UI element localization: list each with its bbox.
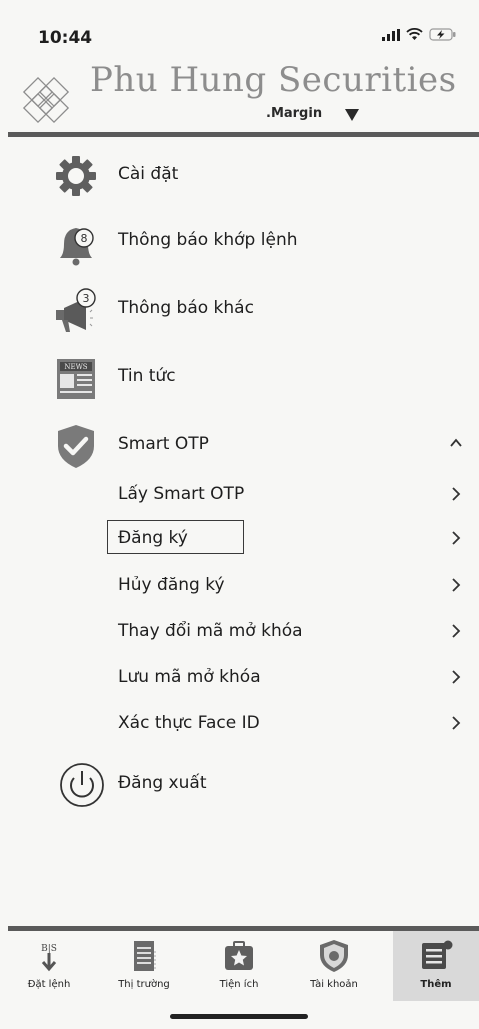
- menu-item-settings[interactable]: Cài đặt: [0, 148, 479, 204]
- bell-icon: 8: [60, 228, 94, 266]
- tab-label: Đặt lệnh: [27, 979, 71, 990]
- otp-item-label: Lấy Smart OTP: [118, 484, 245, 504]
- otp-item-label: Đăng ký: [118, 528, 188, 548]
- tab-label: Thị trường: [118, 979, 170, 990]
- megaphone-icon: 3: [56, 288, 96, 332]
- otp-item-register[interactable]: Đăng ký: [0, 518, 479, 558]
- menu-item-smart-otp[interactable]: Smart OTP: [0, 418, 479, 474]
- tab-label: Tài khoản: [310, 979, 358, 990]
- tab-utilities[interactable]: Tiện ích: [196, 931, 282, 1001]
- status-icons: [382, 28, 457, 41]
- menu-item-label: Đăng xuất: [118, 773, 207, 793]
- megaphone-badge: 3: [83, 292, 90, 305]
- tab-more[interactable]: Thêm: [393, 931, 479, 1001]
- wifi-icon: [406, 28, 423, 40]
- app-header: Phu Hung Securities .Margin: [0, 56, 479, 136]
- menu-item-label: Smart OTP: [118, 434, 209, 454]
- triangle-down-icon[interactable]: [344, 108, 360, 122]
- menu-item-label: Thông báo khớp lệnh: [118, 230, 298, 250]
- menu-item-label: Thông báo khác: [118, 298, 254, 318]
- home-indicator: [170, 1014, 308, 1019]
- newspaper-label: NEWS: [64, 363, 87, 371]
- menu-item-label: Tin tức: [118, 366, 176, 386]
- newspaper-icon: NEWS: [57, 359, 95, 399]
- chevron-right-icon: [452, 716, 461, 730]
- order-icon-text: B|S: [41, 944, 57, 954]
- otp-item-label: Lưu mã mở khóa: [118, 667, 261, 687]
- otp-item-get-otp[interactable]: Lấy Smart OTP: [0, 474, 479, 514]
- tab-order[interactable]: B|S Đặt lệnh: [6, 931, 92, 1001]
- chevron-right-icon: [452, 531, 461, 545]
- otp-item-face-id[interactable]: Xác thực Face ID: [0, 703, 479, 743]
- menu-item-logout[interactable]: Đăng xuất: [0, 757, 479, 813]
- status-time: 10:44: [38, 28, 93, 48]
- chevron-right-icon: [452, 578, 461, 592]
- tab-account[interactable]: Tài khoản: [291, 931, 377, 1001]
- menu-item-label: Cài đặt: [118, 164, 179, 184]
- bell-badge: 8: [81, 232, 88, 245]
- battery-charging-icon: [429, 28, 456, 41]
- menu-item-news[interactable]: NEWS Tin tức: [0, 350, 479, 406]
- chevron-up-icon[interactable]: [449, 436, 463, 450]
- otp-item-label: Thay đổi mã mở khóa: [118, 621, 303, 641]
- account-type-label[interactable]: .Margin: [266, 106, 322, 121]
- gear-icon: [56, 156, 96, 196]
- otp-item-unregister[interactable]: Hủy đăng ký: [0, 565, 479, 605]
- brand-title: Phu Hung Securities: [90, 60, 457, 100]
- signal-icon: [382, 29, 400, 41]
- otp-item-save-unlock-code[interactable]: Lưu mã mở khóa: [0, 657, 479, 697]
- more-icon: [422, 940, 453, 969]
- tab-label: Thêm: [420, 979, 452, 990]
- toolbox-icon: [225, 941, 253, 970]
- chevron-right-icon: [452, 487, 461, 501]
- order-icon: B|S: [41, 944, 57, 972]
- otp-item-label: Xác thực Face ID: [118, 713, 260, 733]
- account-shield-icon: [320, 940, 348, 972]
- header-divider: [8, 132, 479, 137]
- tab-market[interactable]: Thị trường: [101, 931, 187, 1001]
- chevron-right-icon: [452, 670, 461, 684]
- otp-item-change-unlock-code[interactable]: Thay đổi mã mở khóa: [0, 611, 479, 651]
- shield-check-icon: [58, 425, 94, 468]
- menu-item-match-notifications[interactable]: 8 Thông báo khớp lệnh: [0, 214, 479, 270]
- menu-item-other-notifications[interactable]: 3 Thông báo khác: [0, 282, 479, 338]
- chevron-right-icon: [452, 624, 461, 638]
- power-icon: [60, 763, 104, 807]
- lattice-logo-icon: [22, 76, 70, 124]
- otp-item-label: Hủy đăng ký: [118, 575, 225, 595]
- tab-label: Tiện ích: [219, 979, 259, 990]
- status-bar: 10:44: [0, 0, 479, 56]
- market-icon: [134, 941, 156, 971]
